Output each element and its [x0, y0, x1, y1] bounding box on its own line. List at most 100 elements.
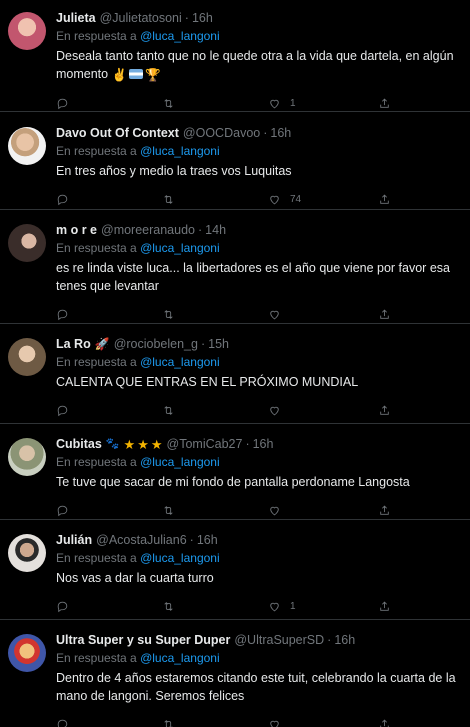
like-button[interactable] — [268, 308, 378, 321]
heart-icon — [270, 310, 279, 319]
retweet-icon — [164, 719, 173, 727]
retweet-icon — [164, 405, 173, 415]
retweet-icon — [164, 98, 173, 108]
share-icon — [380, 309, 389, 319]
share-button[interactable] — [378, 718, 391, 727]
tweet-text: Deseala tanto tanto que no le quede otra… — [56, 49, 454, 82]
author-name[interactable]: Davo Out Of Context — [56, 125, 179, 142]
reply-context: En respuesta a @luca_langoni — [56, 551, 220, 565]
share-button[interactable] — [378, 97, 391, 110]
tweet[interactable]: La Ro 🚀 @rociobelen_g · 15h En respuesta… — [0, 324, 470, 424]
like-button[interactable]: 74 — [268, 193, 378, 206]
avatar[interactable] — [8, 224, 46, 262]
tweet[interactable]: Cubitas 🐾 ★ ★ ★ @TomiCab27 · 16h En resp… — [0, 424, 470, 520]
timestamp[interactable]: 15h — [208, 336, 229, 353]
separator-dot: · — [327, 633, 332, 647]
reply-context: En respuesta a @luca_langoni — [56, 455, 220, 469]
reply-button[interactable] — [56, 718, 162, 727]
author-name[interactable]: Ultra Super y su Super Duper — [56, 632, 230, 649]
retweet-button[interactable] — [162, 504, 268, 517]
retweet-button[interactable] — [162, 404, 268, 417]
tweet-text: En tres años y medio la traes vos Luquit… — [56, 164, 292, 178]
timestamp[interactable]: 16h — [192, 10, 213, 27]
author-handle[interactable]: @UltraSuperSD — [234, 632, 324, 649]
mention-link[interactable]: @luca_langoni — [140, 355, 220, 369]
reply-button[interactable] — [56, 308, 162, 321]
share-button[interactable] — [378, 193, 391, 206]
mention-link[interactable]: @luca_langoni — [140, 241, 220, 255]
heart-icon — [270, 506, 279, 515]
timestamp[interactable]: 16h — [334, 632, 355, 649]
separator-dot: · — [198, 223, 203, 237]
author-handle[interactable]: @moreeranaudo — [101, 222, 195, 239]
reply-button[interactable] — [56, 97, 162, 110]
heart-icon — [270, 720, 279, 727]
author-handle[interactable]: @rociobelen_g — [114, 336, 198, 353]
avatar[interactable] — [8, 12, 46, 50]
heart-icon — [270, 195, 279, 204]
retweet-button[interactable] — [162, 600, 268, 613]
share-button[interactable] — [378, 600, 391, 613]
reply-button[interactable] — [56, 404, 162, 417]
share-button[interactable] — [378, 404, 391, 417]
timestamp[interactable]: 14h — [205, 222, 226, 239]
heart-icon — [270, 99, 279, 108]
author-handle[interactable]: @Julietatosoni — [100, 10, 182, 27]
avatar[interactable] — [8, 634, 46, 672]
timestamp[interactable]: 16h — [197, 532, 218, 549]
tweet-text: Te tuve que sacar de mi fondo de pantall… — [56, 475, 410, 489]
author-name[interactable]: Julián — [56, 532, 92, 549]
retweet-button[interactable] — [162, 193, 268, 206]
tweet[interactable]: Julián @AcostaJulian6 · 16h En respuesta… — [0, 520, 470, 620]
like-button[interactable] — [268, 718, 378, 727]
tweet-actions: 74 — [56, 184, 458, 209]
share-icon — [380, 194, 389, 204]
mention-link[interactable]: @luca_langoni — [140, 144, 220, 158]
mention-link[interactable]: @luca_langoni — [140, 29, 220, 43]
tweet[interactable]: Davo Out Of Context @OOCDavoo · 16h En r… — [0, 112, 470, 210]
mention-link[interactable]: @luca_langoni — [140, 455, 220, 469]
author-name[interactable]: m o r e — [56, 222, 97, 239]
share-icon — [380, 405, 389, 415]
like-button[interactable]: 1 — [268, 600, 378, 613]
heart-icon — [270, 406, 279, 415]
tweet[interactable]: Julieta @Julietatosoni · 16h En respuest… — [0, 0, 470, 112]
avatar[interactable] — [8, 338, 46, 376]
author-name[interactable]: Cubitas — [56, 436, 102, 453]
tweet[interactable]: m o r e @moreeranaudo · 14h En respuesta… — [0, 210, 470, 324]
avatar[interactable] — [8, 438, 46, 476]
timestamp[interactable]: 16h — [253, 436, 274, 453]
tweet-actions — [56, 299, 458, 323]
reply-icon — [57, 719, 68, 727]
trophy-emoji-icon: 🏆 — [145, 68, 161, 82]
share-icon — [380, 505, 389, 515]
retweet-button[interactable] — [162, 97, 268, 110]
reply-button[interactable] — [56, 193, 162, 206]
reply-button[interactable] — [56, 504, 162, 517]
tweet[interactable]: Ultra Super y su Super Duper @UltraSuper… — [0, 620, 470, 727]
like-button[interactable]: 1 — [268, 97, 378, 110]
author-handle[interactable]: @AcostaJulian6 — [96, 532, 187, 549]
avatar[interactable] — [8, 534, 46, 572]
avatar[interactable] — [8, 127, 46, 165]
timestamp[interactable]: 16h — [270, 125, 291, 142]
author-handle[interactable]: @OOCDavoo — [183, 125, 260, 142]
like-button[interactable] — [268, 404, 378, 417]
author-name[interactable]: La Ro — [56, 336, 91, 353]
reply-context: En respuesta a @luca_langoni — [56, 29, 220, 43]
reply-icon — [57, 405, 68, 416]
author-name[interactable]: Julieta — [56, 10, 96, 27]
author-handle[interactable]: @TomiCab27 — [167, 436, 243, 453]
reply-button[interactable] — [56, 600, 162, 613]
share-button[interactable] — [378, 504, 391, 517]
share-button[interactable] — [378, 308, 391, 321]
tweet-text: CALENTA QUE ENTRAS EN EL PRÓXIMO MUNDIAL — [56, 375, 359, 389]
retweet-button[interactable] — [162, 718, 268, 727]
retweet-button[interactable] — [162, 308, 268, 321]
argentina-flag-icon — [129, 69, 144, 79]
tweet-actions — [56, 395, 458, 423]
like-button[interactable] — [268, 504, 378, 517]
mention-link[interactable]: @luca_langoni — [140, 651, 220, 665]
reply-icon — [57, 601, 68, 612]
mention-link[interactable]: @luca_langoni — [140, 551, 220, 565]
